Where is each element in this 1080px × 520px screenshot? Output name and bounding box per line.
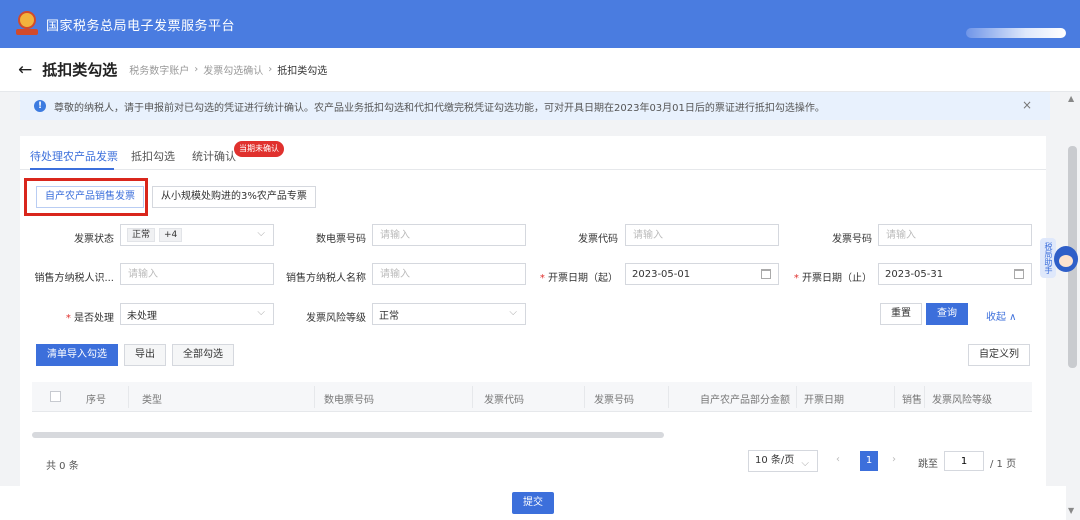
calendar-icon: [1014, 269, 1024, 279]
more-tag: +4: [159, 228, 183, 242]
seller-name-label: 销售方纳税人名称: [286, 273, 366, 284]
chevron-down-icon: ⌵: [257, 307, 265, 318]
jump-page-input[interactable]: [944, 451, 984, 471]
table-header: 序号 类型 数电票号码 发票代码 发票号码 自产农产品部分金额 开票日期 销售 …: [32, 382, 1032, 412]
breadcrumb-bar: ← 抵扣类勾选 税务数字账户 › 发票勾选确认 › 抵扣类勾选: [0, 48, 1080, 92]
digital-invoice-no-input[interactable]: [372, 224, 526, 246]
tab-deduction-select[interactable]: 抵扣勾选: [131, 148, 175, 164]
assistant-avatar-icon: [1054, 246, 1078, 272]
calendar-icon: [761, 269, 771, 279]
digital-invoice-no-label: 数电票号码: [316, 234, 366, 245]
back-arrow-icon[interactable]: ←: [18, 60, 32, 80]
assistant-widget[interactable]: 税局助手: [1040, 238, 1080, 282]
column-header-amount: 自产农产品部分金额: [700, 395, 790, 406]
status-badge: 当期未确认: [234, 141, 284, 157]
invoice-status-select[interactable]: 正常 +4 ⌵: [120, 224, 274, 246]
column-header-digital-no: 数电票号码: [324, 395, 374, 406]
close-icon[interactable]: ×: [1022, 98, 1032, 112]
column-header-number: 发票号码: [594, 395, 634, 406]
custom-columns-button[interactable]: 自定义列: [968, 344, 1030, 366]
breadcrumb-item-current: 抵扣类勾选: [277, 66, 328, 77]
start-date-label: * 开票日期（起）: [539, 273, 618, 284]
page-total: / 1 页: [990, 459, 1017, 470]
start-date-picker[interactable]: 2023-05-01: [625, 263, 779, 285]
invoice-code-label: 发票代码: [578, 234, 618, 245]
import-select-button[interactable]: 清单导入勾选: [36, 344, 118, 366]
seller-tax-id-label: 销售方纳税人识...: [34, 273, 114, 284]
tab-bar: 待处理农产品发票 抵扣勾选 统计确认 当期未确认: [20, 136, 1046, 170]
breadcrumb-separator: ›: [194, 64, 199, 75]
start-date-value: 2023-05-01: [632, 268, 691, 280]
column-header-index: 序号: [86, 395, 106, 406]
reset-button[interactable]: 重置: [880, 303, 922, 325]
subtab-small-scale-3pct[interactable]: 从小规模处购进的3%农产品专票: [152, 186, 316, 208]
invoice-code-input[interactable]: [625, 224, 779, 246]
invoice-no-label: 发票号码: [832, 234, 872, 245]
prev-page-icon[interactable]: ‹: [836, 454, 840, 465]
next-page-icon[interactable]: ›: [892, 454, 896, 465]
column-header-risk: 发票风险等级: [932, 395, 992, 406]
processed-label: * 是否处理: [65, 313, 114, 324]
subtab-self-produced-sales[interactable]: 自产农产品销售发票: [36, 186, 144, 208]
info-icon: !: [34, 100, 46, 112]
breadcrumb-item-confirm[interactable]: 发票勾选确认: [203, 62, 263, 77]
user-profile-area[interactable]: [966, 28, 1066, 38]
export-button[interactable]: 导出: [124, 344, 166, 366]
breadcrumb-separator: ›: [268, 64, 273, 75]
active-tab-indicator: [30, 168, 114, 170]
collapse-link[interactable]: 收起 ∧: [986, 308, 1017, 323]
breadcrumb-item-account[interactable]: 税务数字账户: [129, 62, 189, 77]
scroll-down-icon[interactable]: ▼: [1068, 506, 1074, 515]
chevron-down-icon: ⌵: [801, 458, 809, 469]
page-number-1[interactable]: 1: [860, 451, 878, 471]
tax-emblem-logo: [16, 11, 38, 37]
page-title: 抵扣类勾选: [42, 61, 118, 79]
query-button[interactable]: 查询: [926, 303, 968, 325]
main-card: 待处理农产品发票 抵扣勾选 统计确认 当期未确认 自产农产品销售发票 从小规模处…: [20, 136, 1046, 486]
processed-select[interactable]: 未处理 ⌵: [120, 303, 274, 325]
notice-banner: ! 尊敬的纳税人，请于申报前对已勾选的凭证进行统计确认。农产品业务抵扣勾选和代扣…: [20, 92, 1050, 120]
status-tag: 正常: [127, 228, 156, 242]
seller-name-input[interactable]: [372, 263, 526, 285]
jump-label: 跳至: [918, 459, 938, 470]
select-all-checkbox[interactable]: [50, 391, 61, 402]
app-header: 国家税务总局电子发票服务平台: [0, 0, 1080, 48]
invoice-no-input[interactable]: [878, 224, 1032, 246]
invoice-status-label: 发票状态: [74, 234, 114, 245]
risk-level-label: 发票风险等级: [306, 313, 366, 324]
processed-value: 未处理: [127, 310, 157, 322]
risk-level-value: 正常: [379, 310, 399, 322]
submit-button[interactable]: 提交: [512, 492, 554, 514]
column-header-date: 开票日期: [804, 395, 844, 406]
end-date-picker[interactable]: 2023-05-31: [878, 263, 1032, 285]
page-size-select[interactable]: 10 条/页 ⌵: [748, 450, 818, 472]
column-header-type: 类型: [142, 395, 162, 406]
tab-pending-agri-invoices[interactable]: 待处理农产品发票: [30, 148, 118, 164]
app-title: 国家税务总局电子发票服务平台: [46, 18, 236, 34]
total-count: 共 0 条: [46, 461, 79, 472]
notice-text: 尊敬的纳税人，请于申报前对已勾选的凭证进行统计确认。农产品业务抵扣勾选和代扣代缴…: [54, 102, 825, 114]
seller-tax-id-input[interactable]: [120, 263, 274, 285]
end-date-label: * 开票日期（止）: [793, 273, 872, 284]
end-date-value: 2023-05-31: [885, 268, 944, 280]
column-header-seller: 销售: [902, 395, 922, 406]
tab-statistics-confirm[interactable]: 统计确认: [192, 148, 236, 164]
horizontal-scrollbar[interactable]: [32, 432, 664, 438]
column-header-code: 发票代码: [484, 395, 524, 406]
chevron-down-icon: ⌵: [257, 228, 265, 239]
scroll-up-icon[interactable]: ▲: [1068, 94, 1074, 103]
risk-level-select[interactable]: 正常 ⌵: [372, 303, 526, 325]
chevron-down-icon: ⌵: [509, 307, 517, 318]
select-all-button[interactable]: 全部勾选: [172, 344, 234, 366]
